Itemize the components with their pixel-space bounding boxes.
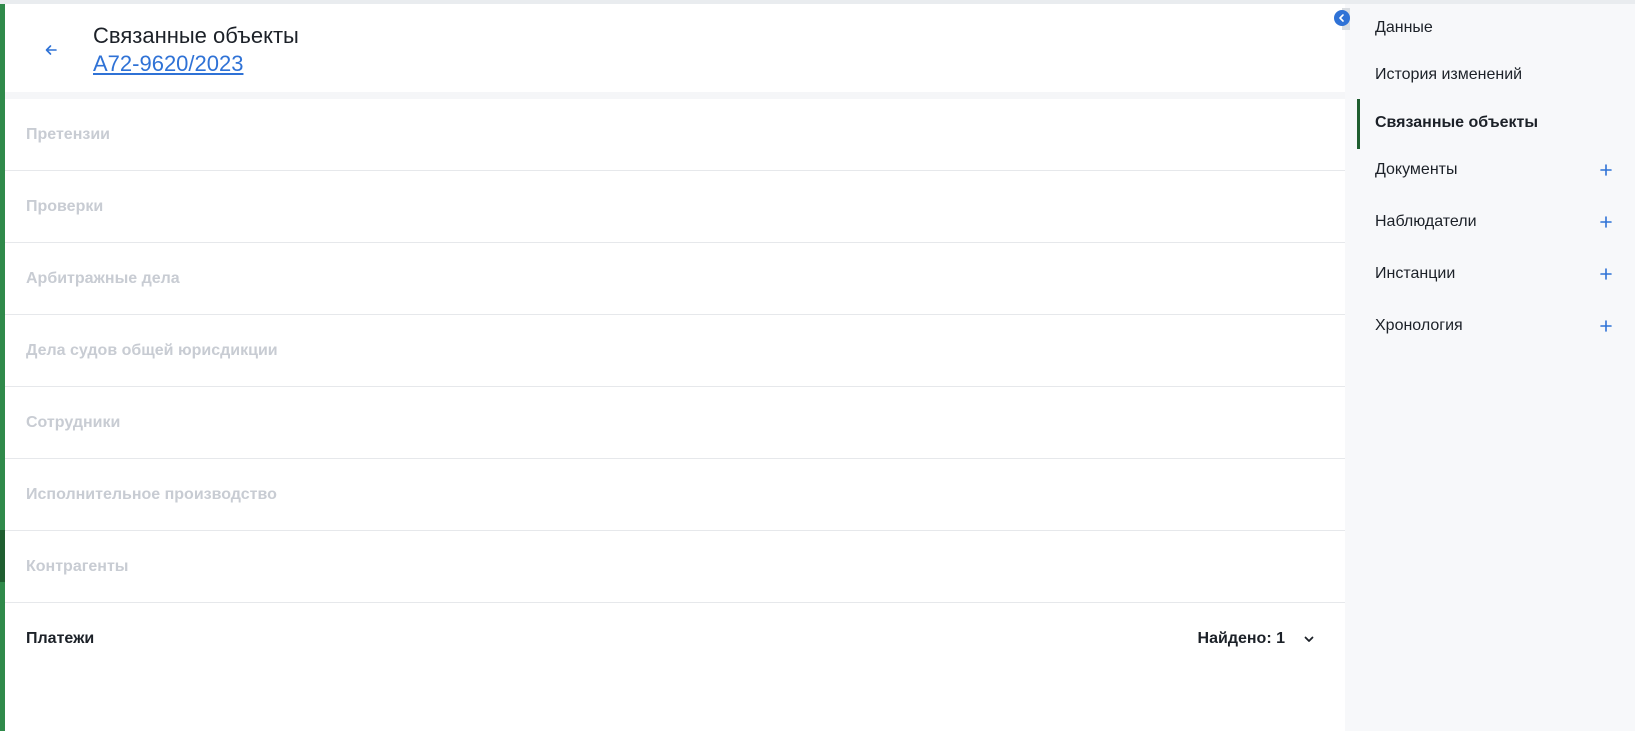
- section-label: Платежи: [26, 630, 95, 647]
- header-divider: [5, 92, 1345, 99]
- nav-item-label: История изменений: [1375, 66, 1523, 83]
- section-label: Проверки: [26, 197, 104, 215]
- nav-item[interactable]: Наблюдатели: [1345, 198, 1635, 246]
- nav-item[interactable]: Данные: [1345, 4, 1635, 52]
- nav-item-label: Данные: [1375, 19, 1433, 36]
- section-row[interactable]: Исполнительное производство: [5, 459, 1345, 531]
- nav-item-label: Документы: [1375, 161, 1458, 178]
- section-label: Арбитражные дела: [26, 269, 180, 287]
- section-row[interactable]: Претензии: [5, 99, 1345, 171]
- nav-item-label: Наблюдатели: [1375, 213, 1477, 230]
- section-row[interactable]: Дела судов общей юрисдикции: [5, 315, 1345, 387]
- section-label: Исполнительное производство: [26, 485, 277, 503]
- plus-icon[interactable]: [1598, 318, 1614, 334]
- page-title: Связанные объекты: [93, 23, 299, 48]
- related-objects-list: Претензии Проверки Арбитражные дела Дела су…: [5, 99, 1345, 675]
- found-count: Найдено: 1: [1197, 630, 1285, 647]
- case-number-link[interactable]: А72-9620/2023: [93, 50, 243, 78]
- section-row[interactable]: Контрагенты: [5, 531, 1345, 603]
- section-label: Дела судов общей юрисдикции: [26, 341, 278, 359]
- app-window: Связанные объекты А72-9620/2023 Претензи…: [0, 0, 1635, 731]
- page-header: Связанные объекты А72-9620/2023: [5, 4, 1345, 92]
- nav-item-label: Инстанции: [1375, 265, 1456, 282]
- section-row[interactable]: Сотрудники: [5, 387, 1345, 459]
- nav-item[interactable]: Связанные объекты: [1345, 99, 1635, 149]
- section-row[interactable]: Проверки: [5, 171, 1345, 243]
- nav-item[interactable]: История изменений: [1345, 51, 1635, 99]
- nav-item[interactable]: Хронология: [1345, 302, 1635, 350]
- section-row[interactable]: Платежи Найдено: 1: [5, 603, 1345, 675]
- section-row[interactable]: Арбитражные дела: [5, 243, 1345, 315]
- chevron-down-icon[interactable]: [1301, 631, 1317, 647]
- collapse-sidebar-button[interactable]: [1334, 10, 1350, 26]
- plus-icon[interactable]: [1598, 214, 1614, 230]
- chevron-left-icon: [1339, 14, 1344, 22]
- arrow-left-icon: [45, 45, 57, 55]
- section-label: Сотрудники: [26, 413, 121, 431]
- plus-icon[interactable]: [1598, 266, 1614, 282]
- active-indicator: [1357, 99, 1360, 149]
- nav-item[interactable]: Инстанции: [1345, 250, 1635, 298]
- section-label: Контрагенты: [26, 557, 129, 575]
- section-label: Претензии: [26, 125, 110, 143]
- right-sidebar-nav: Данные История изменений Связанные объекты…: [1345, 4, 1635, 731]
- main-panel: Связанные объекты А72-9620/2023 Претензи…: [5, 4, 1345, 731]
- back-button[interactable]: [39, 38, 63, 62]
- nav-item-label: Связанные объекты: [1375, 114, 1539, 131]
- nav-item[interactable]: Документы: [1345, 146, 1635, 194]
- plus-icon[interactable]: [1598, 162, 1614, 178]
- nav-item-label: Хронология: [1375, 317, 1463, 334]
